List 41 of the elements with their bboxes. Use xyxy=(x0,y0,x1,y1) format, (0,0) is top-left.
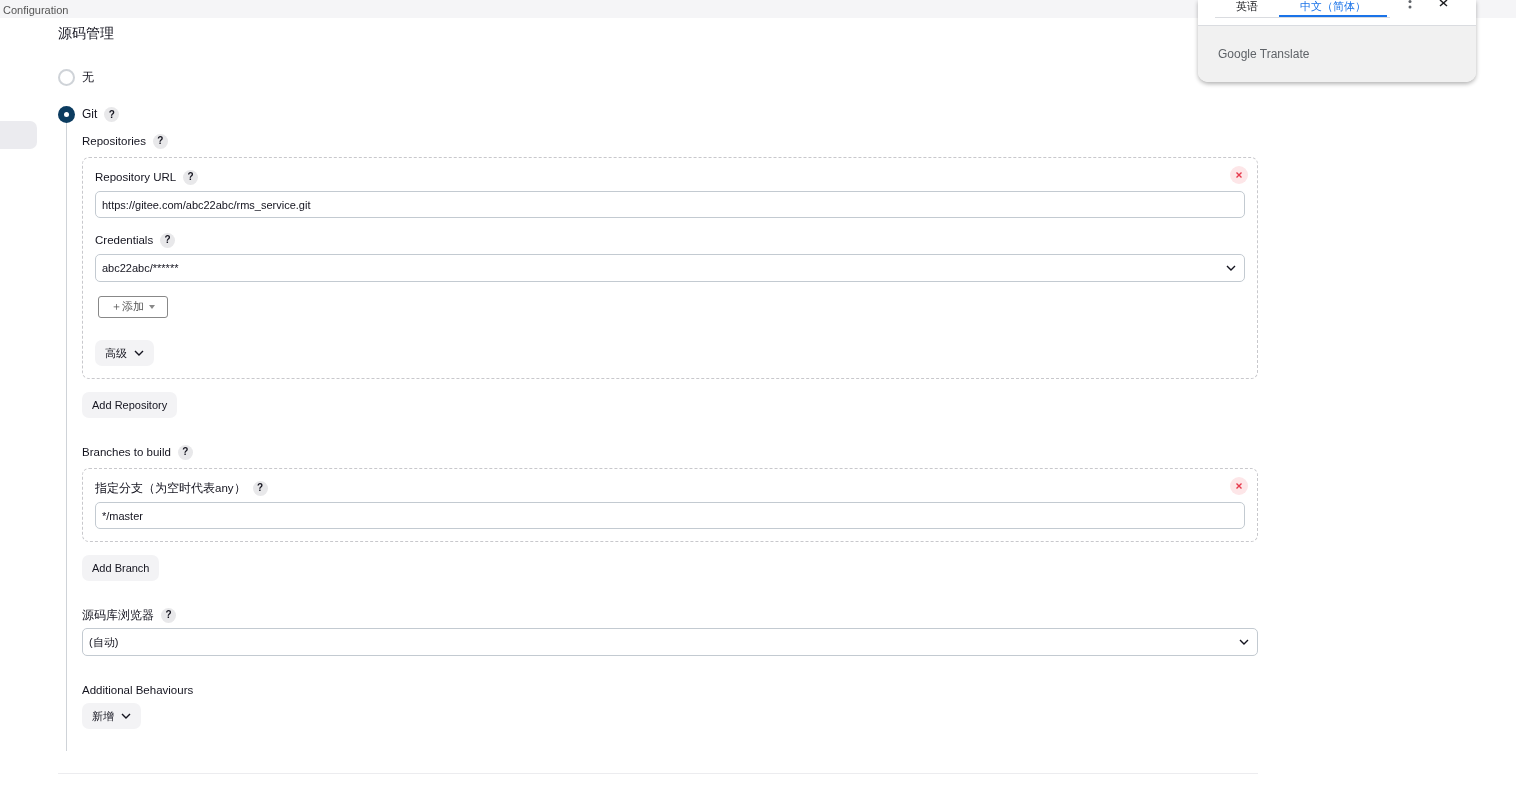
field-label: Branches to build xyxy=(82,445,171,460)
help-button[interactable]: ? xyxy=(177,444,193,460)
add-repository-button[interactable]: Add Repository xyxy=(82,392,178,418)
chevron-icon xyxy=(1226,264,1236,272)
input-field[interactable]: https://gitee.com/abc22abc/rms_service.git xyxy=(95,191,1245,218)
page-title: Configuration xyxy=(2,5,69,16)
option-label: Git xyxy=(82,107,98,121)
help-button[interactable]: ? xyxy=(160,232,176,248)
caret-icon xyxy=(149,305,155,309)
language-tab[interactable]: 中文（简体） xyxy=(1279,0,1387,17)
section-title: 源码管理 xyxy=(58,25,115,41)
add-button[interactable]: ＋添加 xyxy=(98,296,168,318)
chevron-icon xyxy=(121,712,131,720)
help-button[interactable]: ? xyxy=(252,480,268,496)
field-label: Credentials xyxy=(95,233,154,248)
chevron-icon xyxy=(134,349,144,357)
field-label: Additional Behaviours xyxy=(82,683,194,698)
field-label: Repositories xyxy=(82,134,146,149)
radio-button[interactable] xyxy=(58,105,75,123)
remove-icon[interactable] xyxy=(1230,166,1248,184)
help-button[interactable]: ? xyxy=(104,106,120,122)
close-icon[interactable] xyxy=(1439,0,1449,7)
input-field[interactable]: */master xyxy=(95,502,1245,529)
field-label: 源码库浏览器 xyxy=(82,608,154,623)
more-icon[interactable] xyxy=(1407,0,1413,9)
dropdown[interactable]: (自动) xyxy=(82,628,1258,656)
language-tab[interactable]: 英语 xyxy=(1215,0,1279,17)
advanced-button[interactable]: 高级 xyxy=(95,340,154,366)
field-label: Repository URL xyxy=(95,170,177,185)
add-branch-button[interactable]: Add Branch xyxy=(82,555,160,581)
add-behaviour-button[interactable]: 新增 xyxy=(82,703,141,729)
chevron-icon xyxy=(1239,638,1249,646)
remove-icon[interactable] xyxy=(1230,477,1248,495)
dropdown[interactable]: abc22abc/****** xyxy=(95,254,1245,282)
help-button[interactable]: ? xyxy=(161,607,176,623)
option-label: 无 xyxy=(82,68,94,86)
help-button[interactable]: ? xyxy=(183,169,199,185)
help-button[interactable]: ? xyxy=(152,133,168,149)
field-label: 指定分支（为空时代表any） xyxy=(95,481,246,496)
radio-button[interactable] xyxy=(58,68,75,86)
footer-text: Google Translate xyxy=(1218,47,1310,61)
